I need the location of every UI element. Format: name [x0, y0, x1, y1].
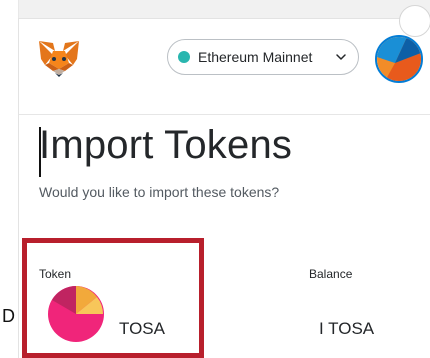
background-page-edge: D: [0, 0, 19, 358]
page-subtitle: Would you like to import these tokens?: [39, 184, 280, 200]
tosa-token-icon: [47, 285, 105, 343]
page-title: Import Tokens: [39, 123, 293, 167]
header: Ethereum Mainnet: [19, 19, 430, 115]
metamask-popup: Ethereum Mainnet Import Tokens Would you…: [18, 5, 430, 358]
page: D Ethereum Mainnet Import Tokens Would y…: [0, 0, 430, 358]
background-text-fragment: D: [2, 306, 15, 326]
chevron-down-icon: [334, 50, 348, 64]
column-header-token: Token: [39, 267, 72, 281]
token-symbol: TOSA: [119, 319, 165, 338]
network-selector[interactable]: Ethereum Mainnet: [167, 39, 359, 75]
account-avatar[interactable]: [375, 35, 423, 83]
metamask-fox-icon[interactable]: [35, 35, 83, 83]
token-balance: I TOSA: [319, 319, 375, 338]
network-status-dot: [178, 51, 190, 63]
network-label: Ethereum Mainnet: [198, 49, 313, 65]
column-header-balance: Balance: [309, 267, 353, 281]
